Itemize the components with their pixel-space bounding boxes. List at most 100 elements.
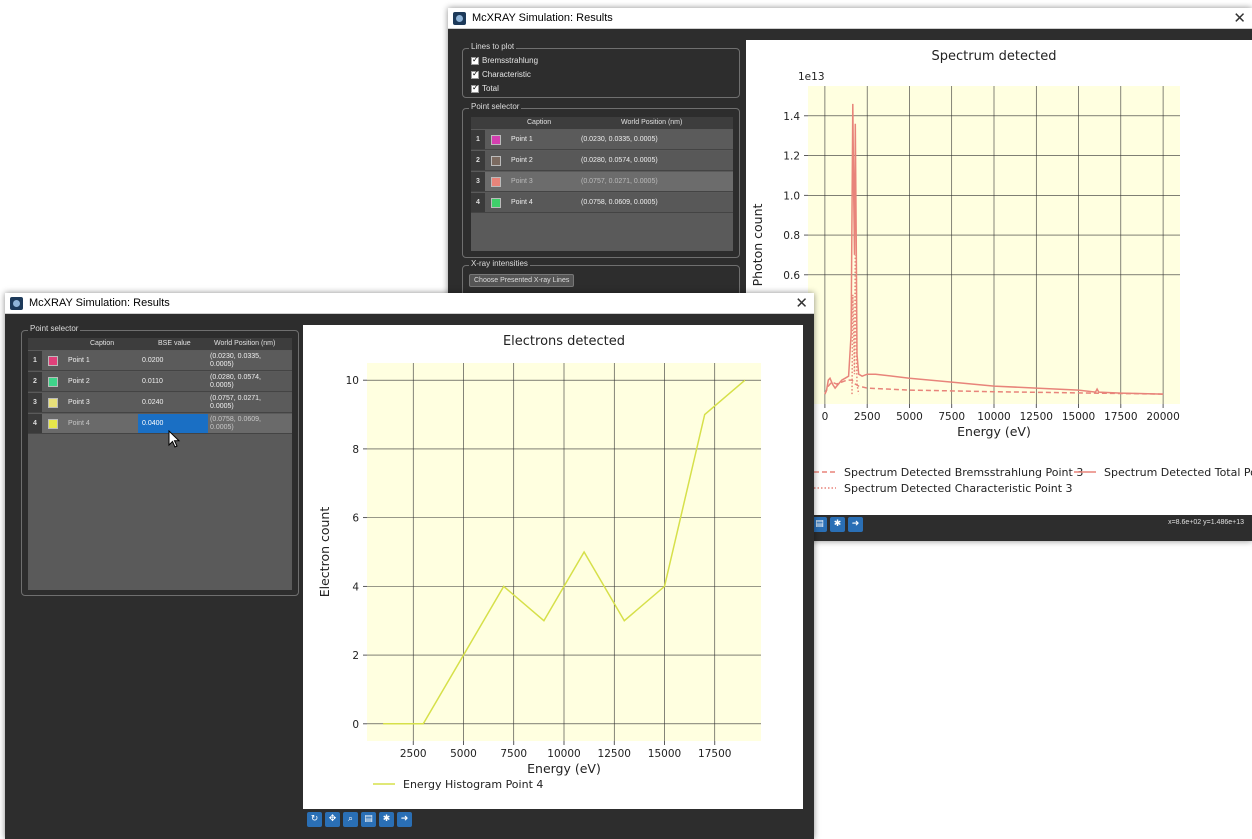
caption-cell[interactable]: Point 4 bbox=[68, 414, 90, 434]
column-header-bse[interactable]: BSE value bbox=[158, 340, 191, 347]
front-results-window: McXRAY Simulation: Results ✕ Point selec… bbox=[5, 293, 814, 839]
color-swatch[interactable] bbox=[491, 156, 501, 166]
position-cell[interactable]: (0.0280, 0.0574, 0.0005) bbox=[581, 151, 658, 171]
zoom-icon[interactable]: ⌕ bbox=[343, 812, 358, 827]
checkbox-checked-icon[interactable] bbox=[471, 55, 479, 65]
export-icon[interactable]: ➜ bbox=[397, 812, 412, 827]
color-swatch[interactable] bbox=[48, 419, 58, 429]
position-cell[interactable]: (0.0758, 0.0609, 0.0005) bbox=[581, 193, 658, 213]
legend-label: Spectrum Detected Bremsstrahlung Point 3 bbox=[844, 466, 1083, 479]
position-cell-line2[interactable]: 0.0005) bbox=[210, 403, 234, 411]
caption-cell[interactable]: Point 1 bbox=[68, 351, 90, 371]
characteristic-checkbox[interactable]: Characteristic bbox=[471, 69, 531, 79]
bremsstrahlung-checkbox[interactable]: Bremsstrahlung bbox=[471, 55, 538, 65]
electrons-plot-panel: Electrons detected 2500 5000 7500 10000 12500… bbox=[303, 325, 803, 809]
close-icon[interactable]: ✕ bbox=[795, 294, 808, 312]
row-number: 4 bbox=[471, 193, 485, 212]
table-row[interactable]: 1 Point 1 0.0200 (0.0230, 0.0335, 0.0005… bbox=[28, 351, 292, 371]
bse-cell[interactable]: 0.0200 bbox=[142, 351, 163, 371]
y-tick-label: 4 bbox=[352, 581, 359, 593]
position-cell-line1[interactable]: (0.0757, 0.0271, bbox=[210, 395, 261, 403]
app-icon bbox=[453, 12, 466, 25]
caption-cell[interactable]: Point 3 bbox=[68, 393, 90, 413]
color-swatch[interactable] bbox=[48, 356, 58, 366]
x-tick-label: 12500 bbox=[598, 748, 631, 760]
settings-icon[interactable]: ✱ bbox=[830, 517, 845, 532]
x-tick-label: 12500 bbox=[1020, 411, 1053, 423]
y-tick-label: 2 bbox=[352, 650, 359, 662]
caption-cell[interactable]: Point 3 bbox=[511, 172, 533, 192]
x-tick-label: 15000 bbox=[648, 748, 681, 760]
x-tick-label: 7500 bbox=[500, 748, 527, 760]
color-swatch[interactable] bbox=[491, 198, 501, 208]
position-cell[interactable]: (0.0757, 0.0271, 0.0005) bbox=[581, 172, 658, 192]
table-row[interactable]: 4 Point 4 (0.0758, 0.0609, 0.0005) bbox=[471, 193, 733, 213]
x-tick-label: 10000 bbox=[547, 748, 580, 760]
settings-icon[interactable]: ✱ bbox=[379, 812, 394, 827]
position-cell-line2[interactable]: 0.0005) bbox=[210, 361, 234, 369]
column-header-caption[interactable]: Caption bbox=[527, 119, 551, 126]
caption-cell[interactable]: Point 2 bbox=[68, 372, 90, 392]
bse-cell[interactable]: 0.0240 bbox=[142, 393, 163, 413]
x-tick-label: 17500 bbox=[1104, 411, 1137, 423]
save-icon[interactable]: ▤ bbox=[361, 812, 376, 827]
position-cell-line1[interactable]: (0.0758, 0.0609, bbox=[210, 416, 261, 424]
x-tick-label: 17500 bbox=[698, 748, 731, 760]
point-selector-label: Point selector bbox=[28, 324, 81, 333]
table-row-selected[interactable]: 4 Point 4 0.0400 (0.0758, 0.0609, 0.0005… bbox=[28, 414, 292, 434]
color-swatch[interactable] bbox=[491, 177, 501, 187]
choose-xray-lines-button[interactable]: Choose Presented X-ray Lines bbox=[469, 274, 575, 287]
x-tick-label: 15000 bbox=[1062, 411, 1095, 423]
color-swatch[interactable] bbox=[48, 398, 58, 408]
spectrum-chart[interactable]: Spectrum detected 0 2500 5000 7500 10000 12500… bbox=[746, 40, 1252, 515]
caption-cell[interactable]: Point 2 bbox=[511, 151, 533, 171]
x-tick-label: 5000 bbox=[450, 748, 477, 760]
x-axis-label: Energy (eV) bbox=[527, 761, 601, 776]
front-point-selector-group: Point selector Caption BSE value World P… bbox=[21, 324, 299, 596]
chart-title: Electrons detected bbox=[503, 334, 625, 349]
table-row-selected[interactable]: 3 Point 3 (0.0757, 0.0271, 0.0005) bbox=[471, 172, 733, 192]
electrons-chart[interactable]: Electrons detected 2500 5000 7500 10000 12500… bbox=[303, 325, 803, 809]
bse-cell[interactable]: 0.0110 bbox=[142, 372, 163, 392]
column-header-position[interactable]: World Position (nm) bbox=[621, 119, 682, 126]
row-number: 3 bbox=[28, 393, 42, 412]
x-tick-label: 7500 bbox=[938, 411, 965, 423]
table-header: Caption BSE value World Position (nm) bbox=[28, 338, 292, 350]
color-swatch[interactable] bbox=[491, 135, 501, 145]
checkbox-checked-icon[interactable] bbox=[471, 83, 479, 93]
back-point-selector-group: Point selector Caption World Position (n… bbox=[462, 102, 740, 258]
export-icon[interactable]: ➜ bbox=[848, 517, 863, 532]
position-cell[interactable]: (0.0230, 0.0335, 0.0005) bbox=[581, 130, 658, 150]
table-row[interactable]: 3 Point 3 0.0240 (0.0757, 0.0271, 0.0005… bbox=[28, 393, 292, 413]
front-window-titlebar[interactable]: McXRAY Simulation: Results ✕ bbox=[5, 293, 814, 314]
caption-cell[interactable]: Point 1 bbox=[511, 130, 533, 150]
checkbox-checked-icon[interactable] bbox=[471, 69, 479, 79]
position-cell-line2[interactable]: 0.0005) bbox=[210, 382, 234, 390]
color-swatch[interactable] bbox=[48, 377, 58, 387]
position-cell-line2[interactable]: 0.0005) bbox=[210, 424, 234, 432]
table-header: Caption World Position (nm) bbox=[471, 117, 733, 129]
column-header-position[interactable]: World Position (nm) bbox=[214, 340, 275, 347]
position-cell-line1[interactable]: (0.0230, 0.0335, bbox=[210, 353, 261, 361]
close-icon[interactable]: ✕ bbox=[1233, 9, 1246, 27]
back-window-titlebar[interactable]: McXRAY Simulation: Results ✕ bbox=[448, 8, 1252, 29]
back-window-title: McXRAY Simulation: Results bbox=[472, 12, 613, 24]
row-number: 4 bbox=[28, 414, 42, 433]
caption-cell[interactable]: Point 4 bbox=[511, 193, 533, 213]
home-icon[interactable]: ↻ bbox=[307, 812, 322, 827]
table-row[interactable]: 2 Point 2 0.0110 (0.0280, 0.0574, 0.0005… bbox=[28, 372, 292, 392]
position-cell-line1[interactable]: (0.0280, 0.0574, bbox=[210, 374, 261, 382]
column-header-caption[interactable]: Caption bbox=[90, 340, 114, 347]
legend-label: Spectrum Detected Characteristic Point 3 bbox=[844, 482, 1073, 495]
row-number: 3 bbox=[471, 172, 485, 191]
pan-icon[interactable]: ✥ bbox=[325, 812, 340, 827]
table-row[interactable]: 2 Point 2 (0.0280, 0.0574, 0.0005) bbox=[471, 151, 733, 171]
y-tick-label: 1.4 bbox=[783, 111, 800, 123]
x-axis-label: Energy (eV) bbox=[957, 424, 1031, 439]
save-icon[interactable]: ▤ bbox=[812, 517, 827, 532]
front-window-title: McXRAY Simulation: Results bbox=[29, 297, 170, 309]
total-checkbox[interactable]: Total bbox=[471, 83, 499, 93]
lines-to-plot-label: Lines to plot bbox=[469, 42, 517, 51]
row-number: 1 bbox=[471, 130, 485, 149]
table-row[interactable]: 1 Point 1 (0.0230, 0.0335, 0.0005) bbox=[471, 130, 733, 150]
